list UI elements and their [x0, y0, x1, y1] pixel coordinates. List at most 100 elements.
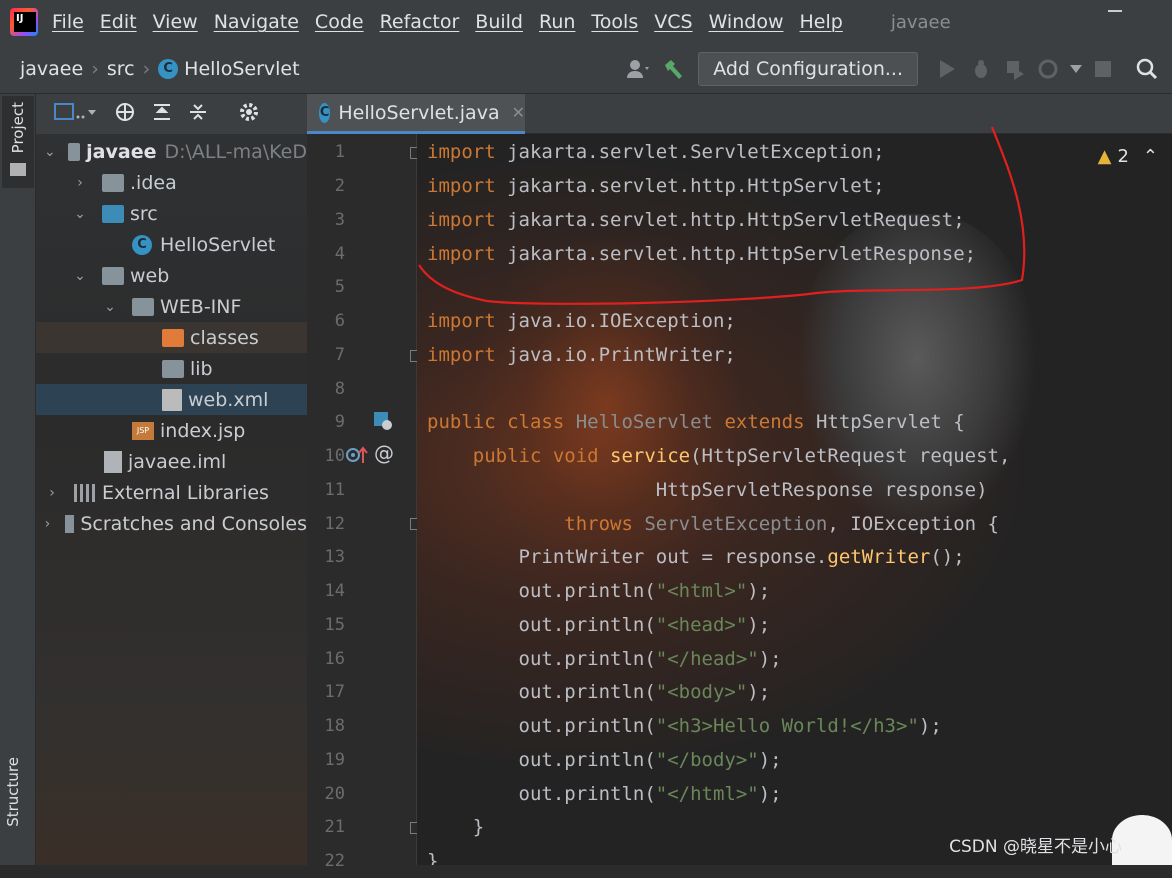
chevron-right-icon[interactable]: ›: [44, 485, 60, 501]
tree-item-lib[interactable]: lib: [36, 353, 307, 384]
tree-item-webinf[interactable]: ⌄ WEB-INF: [36, 291, 307, 322]
code-editor[interactable]: import jakarta.servlet.ServletException;…: [417, 134, 1172, 865]
chevron-up-icon[interactable]: ⌃: [1143, 146, 1158, 167]
override-method-icon[interactable]: [345, 445, 369, 470]
tree-item-classes[interactable]: classes: [36, 322, 307, 353]
structure-tool-window-button[interactable]: Structure: [4, 757, 22, 837]
source-folder-icon: [102, 205, 124, 223]
tree-item-src[interactable]: ⌄ src: [36, 198, 307, 229]
breadcrumb-project[interactable]: javaee: [0, 58, 83, 80]
search-icon[interactable]: [1130, 52, 1164, 86]
code-line-11: HttpServletResponse response): [427, 473, 988, 507]
code-token: "</body>": [656, 749, 759, 771]
minimize-icon[interactable]: [1108, 10, 1122, 12]
menu-window[interactable]: Window: [709, 11, 784, 33]
tree-item-indexjsp[interactable]: JSP index.jsp: [36, 415, 307, 446]
chevron-down-icon[interactable]: ⌄: [102, 299, 118, 315]
code-token: HelloServlet: [576, 411, 713, 433]
line-number: 1: [307, 135, 345, 169]
tree-item-scratches[interactable]: › Scratches and Consoles: [36, 508, 307, 539]
project-tool-window-button[interactable]: Project: [2, 96, 34, 188]
tree-item-iml[interactable]: javaee.iml: [36, 446, 307, 477]
collapse-all-icon[interactable]: [188, 102, 208, 127]
tree-item-label: lib: [190, 358, 213, 380]
chevron-down-icon[interactable]: ⌄: [44, 144, 56, 160]
build-hammer-icon[interactable]: [656, 52, 690, 86]
code-line-20: out.println("</html>");: [427, 777, 782, 811]
tree-item-webxml[interactable]: web.xml: [36, 384, 307, 415]
locate-target-icon[interactable]: [114, 101, 136, 128]
tab-label: HelloServlet.java: [338, 102, 499, 124]
line-number: 4: [307, 237, 345, 271]
coverage-icon[interactable]: [998, 52, 1032, 86]
view-selector-icon[interactable]: [54, 102, 98, 127]
code-token: import: [427, 175, 496, 197]
code-token: out.println(: [427, 580, 656, 602]
warning-icon: ▲: [1098, 146, 1112, 167]
line-number: 2: [307, 169, 345, 203]
tree-item-idea[interactable]: › .idea: [36, 167, 307, 198]
menu-navigate[interactable]: Navigate: [214, 11, 299, 33]
line-number: 6: [307, 304, 345, 338]
menu-edit[interactable]: Edit: [100, 11, 137, 33]
menu-tools[interactable]: Tools: [591, 11, 638, 33]
code-token: getWriter: [827, 546, 930, 568]
menu-file[interactable]: File: [52, 11, 84, 33]
line-number-gutter: 1 2 3 4 5 6 7 8 9 10 11 12 13 14 15 16 1…: [307, 134, 417, 865]
structure-label: Structure: [4, 757, 22, 827]
tree-item-label: web.xml: [188, 389, 268, 411]
class-icon: C: [319, 103, 330, 123]
tree-item-root[interactable]: ⌄ javaee D:\ALL-ma\KeD: [36, 136, 307, 167]
tree-item-helloservlet[interactable]: C HelloServlet: [36, 229, 307, 260]
chevron-down-icon[interactable]: ⌄: [72, 268, 88, 284]
stop-icon[interactable]: [1086, 52, 1120, 86]
breadcrumb-class[interactable]: C HelloServlet: [158, 58, 299, 80]
class-icon: C: [132, 235, 152, 255]
tree-item-label: index.jsp: [160, 420, 245, 442]
dropdown-arrow-icon[interactable]: [1066, 52, 1086, 86]
debug-icon[interactable]: [964, 52, 998, 86]
run-icon[interactable]: [930, 52, 964, 86]
chevron-right-icon[interactable]: ›: [44, 516, 51, 532]
menu-code[interactable]: Code: [315, 11, 364, 33]
menu-build[interactable]: Build: [475, 11, 523, 33]
code-line-16: out.println("</head>");: [427, 642, 782, 676]
code-token: import: [427, 310, 496, 332]
inspection-widget[interactable]: ▲ 2 ⌃: [1098, 146, 1158, 167]
settings-gear-icon[interactable]: [238, 101, 260, 128]
class-icon: C: [158, 59, 178, 79]
code-token: ();: [930, 546, 964, 568]
breadcrumb-separator-icon: ›: [143, 58, 151, 80]
code-line-4: import jakarta.servlet.http.HttpServletR…: [427, 237, 976, 271]
code-token: );: [747, 580, 770, 602]
tree-item-label: javaee.iml: [128, 451, 226, 473]
code-token: public class: [427, 411, 576, 433]
tree-item-web[interactable]: ⌄ web: [36, 260, 307, 291]
menu-refactor[interactable]: Refactor: [380, 11, 460, 33]
code-token: ServletException: [644, 513, 827, 535]
expand-all-icon[interactable]: [152, 102, 172, 127]
menu-vcs[interactable]: VCS: [654, 11, 692, 33]
add-configuration-button[interactable]: Add Configuration...: [698, 52, 918, 86]
close-icon[interactable]: ✕: [512, 103, 525, 122]
line-number: 7: [307, 338, 345, 372]
chevron-down-icon[interactable]: ⌄: [72, 206, 88, 222]
tree-item-external-libraries[interactable]: › External Libraries: [36, 477, 307, 508]
code-token: );: [759, 648, 782, 670]
menu-help[interactable]: Help: [799, 11, 842, 33]
tab-helloservlet[interactable]: C HelloServlet.java ✕: [307, 94, 525, 134]
code-token: );: [759, 749, 782, 771]
menu-run[interactable]: Run: [539, 11, 575, 33]
profile-icon[interactable]: [1032, 52, 1066, 86]
servlet-gutter-icon[interactable]: [373, 411, 393, 436]
tree-item-label: web: [130, 265, 169, 287]
code-token: out.println(: [427, 715, 656, 737]
line-number: 22: [307, 844, 345, 878]
breadcrumb-class-label: HelloServlet: [184, 58, 299, 80]
user-icon[interactable]: [622, 52, 656, 86]
breadcrumb-src[interactable]: src: [107, 58, 135, 80]
menu-view[interactable]: View: [153, 11, 198, 33]
scratches-icon: [65, 515, 74, 533]
chevron-right-icon[interactable]: ›: [72, 175, 88, 191]
toolbar: Add Configuration...: [622, 44, 1172, 94]
